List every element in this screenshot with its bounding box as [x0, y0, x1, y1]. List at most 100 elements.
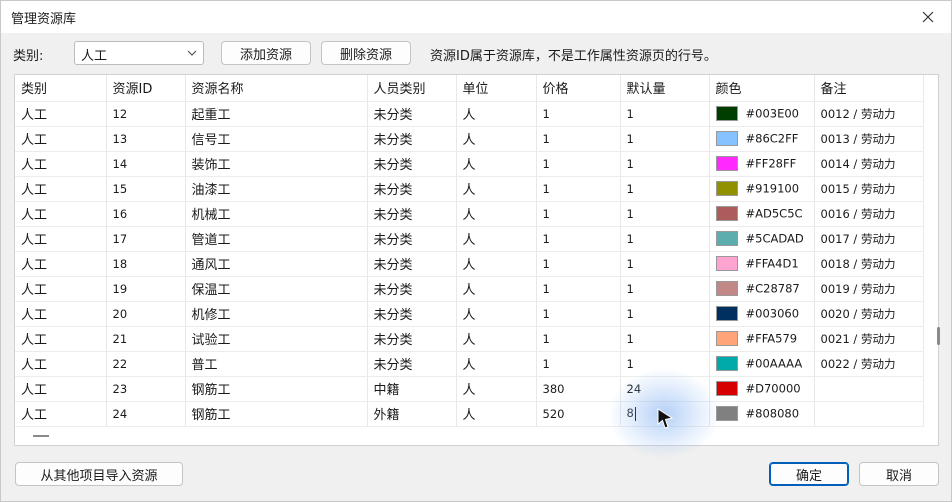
cell-note[interactable]: 0017 / 劳动力	[814, 226, 924, 252]
cell-price[interactable]: 1	[536, 326, 621, 352]
color-swatch[interactable]	[715, 406, 738, 421]
cell-default-quantity[interactable]: 1	[620, 251, 710, 277]
cell-unit[interactable]: 人	[456, 151, 537, 177]
color-swatch[interactable]	[715, 331, 738, 346]
cell-color[interactable]: #FFA4D1	[709, 251, 815, 277]
cell-resource-name[interactable]: 保温工	[185, 276, 368, 302]
cell-resource-id[interactable]: 16	[106, 201, 186, 227]
column-header-note[interactable]: 备注	[814, 75, 924, 102]
cell-personnel-type[interactable]: 未分类	[367, 326, 457, 352]
cell-price[interactable]: 520	[536, 401, 621, 427]
cell-color[interactable]: #D70000	[709, 376, 815, 402]
column-header-default-quantity[interactable]: 默认量	[620, 75, 710, 102]
color-swatch[interactable]	[715, 181, 738, 196]
cell-unit[interactable]: 人	[456, 326, 537, 352]
ok-button[interactable]: 确定	[769, 462, 849, 486]
cell-note[interactable]: 0015 / 劳动力	[814, 176, 924, 202]
color-swatch[interactable]	[715, 206, 738, 221]
cell-category[interactable]: 人工	[15, 301, 107, 327]
table-row[interactable]: 人工 19 保温工 未分类 人 1 1 #C28787 0019 / 劳动力	[15, 276, 924, 302]
cell-unit[interactable]: 人	[456, 376, 537, 402]
cell-price[interactable]: 1	[536, 351, 621, 377]
cell-category[interactable]: 人工	[15, 326, 107, 352]
cell-resource-name[interactable]: 试验工	[185, 326, 368, 352]
cell-default-quantity[interactable]: 1	[620, 126, 710, 152]
cell-note[interactable]: 0021 / 劳动力	[814, 326, 924, 352]
cell-color[interactable]: #FF28FF	[709, 151, 815, 177]
cell-note[interactable]: 0018 / 劳动力	[814, 251, 924, 277]
cell-resource-name[interactable]: 起重工	[185, 101, 368, 127]
cell-default-quantity[interactable]: 1	[620, 301, 710, 327]
cell-personnel-type[interactable]: 中籍	[367, 376, 457, 402]
cell-category[interactable]: 人工	[15, 276, 107, 302]
cell-color[interactable]: #AD5C5C	[709, 201, 815, 227]
cell-price[interactable]: 1	[536, 101, 621, 127]
cell-resource-name[interactable]: 信号工	[185, 126, 368, 152]
table-row[interactable]: 人工 12 起重工 未分类 人 1 1 #003E00 0012 / 劳动力	[15, 101, 924, 127]
cell-unit[interactable]: 人	[456, 176, 537, 202]
cell-note[interactable]	[814, 376, 924, 402]
cell-resource-name[interactable]: 装饰工	[185, 151, 368, 177]
cell-resource-id[interactable]: 12	[106, 101, 186, 127]
cell-resource-id[interactable]: 14	[106, 151, 186, 177]
table-row[interactable]: 人工 23 钢筋工 中籍 人 380 24 #D70000	[15, 376, 924, 402]
table-row[interactable]: 人工 13 信号工 未分类 人 1 1 #86C2FF 0013 / 劳动力	[15, 126, 924, 152]
cell-personnel-type[interactable]: 未分类	[367, 301, 457, 327]
cell-resource-name[interactable]: 机械工	[185, 201, 368, 227]
cell-color[interactable]: #00AAAA	[709, 351, 815, 377]
cell-unit[interactable]: 人	[456, 126, 537, 152]
cell-category[interactable]: 人工	[15, 201, 107, 227]
category-select[interactable]: 人工	[74, 41, 204, 65]
color-swatch[interactable]	[715, 381, 738, 396]
cell-personnel-type[interactable]: 外籍	[367, 401, 457, 427]
cell-personnel-type[interactable]: 未分类	[367, 176, 457, 202]
cell-unit[interactable]: 人	[456, 201, 537, 227]
cell-note[interactable]: 0019 / 劳动力	[814, 276, 924, 302]
add-resource-button[interactable]: 添加资源	[221, 41, 311, 65]
column-header-unit[interactable]: 单位	[456, 75, 537, 102]
cell-default-quantity[interactable]: 1	[620, 101, 710, 127]
cell-price[interactable]: 1	[536, 126, 621, 152]
cell-unit[interactable]: 人	[456, 276, 537, 302]
cell-default-quantity[interactable]: 1	[620, 176, 710, 202]
cell-price[interactable]: 1	[536, 176, 621, 202]
table-row[interactable]: 人工 24 钢筋工 外籍 人 520 8 #808080	[15, 401, 924, 427]
cell-category[interactable]: 人工	[15, 101, 107, 127]
cell-personnel-type[interactable]: 未分类	[367, 351, 457, 377]
cell-default-quantity[interactable]: 1	[620, 351, 710, 377]
cell-price[interactable]: 1	[536, 301, 621, 327]
resource-table[interactable]: 类别 资源ID 资源名称 人员类别 单位 价格 默认量 颜色 备注 人工 12 起重…	[14, 74, 939, 446]
close-button[interactable]	[905, 1, 951, 33]
cell-resource-name[interactable]: 普工	[185, 351, 368, 377]
cell-resource-id[interactable]: 13	[106, 126, 186, 152]
column-header-price[interactable]: 价格	[536, 75, 621, 102]
cell-price[interactable]: 1	[536, 151, 621, 177]
color-swatch[interactable]	[715, 156, 738, 171]
table-row[interactable]: 人工 22 普工 未分类 人 1 1 #00AAAA 0022 / 劳动力	[15, 351, 924, 377]
color-swatch[interactable]	[715, 131, 738, 146]
cell-note[interactable]: 0020 / 劳动力	[814, 301, 924, 327]
cell-unit[interactable]: 人	[456, 101, 537, 127]
cell-color[interactable]: #003060	[709, 301, 815, 327]
cell-note[interactable]: 0022 / 劳动力	[814, 351, 924, 377]
cell-color[interactable]: #C28787	[709, 276, 815, 302]
color-swatch[interactable]	[715, 356, 738, 371]
cancel-button[interactable]: 取消	[859, 462, 939, 486]
cell-personnel-type[interactable]: 未分类	[367, 251, 457, 277]
cell-color[interactable]: #86C2FF	[709, 126, 815, 152]
cell-unit[interactable]: 人	[456, 351, 537, 377]
cell-personnel-type[interactable]: 未分类	[367, 201, 457, 227]
cell-note[interactable]: 0013 / 劳动力	[814, 126, 924, 152]
cell-category[interactable]: 人工	[15, 226, 107, 252]
cell-resource-id[interactable]: 22	[106, 351, 186, 377]
color-swatch[interactable]	[715, 106, 738, 121]
cell-default-quantity[interactable]: 1	[620, 276, 710, 302]
table-row[interactable]: 人工 17 管道工 未分类 人 1 1 #5CADAD 0017 / 劳动力	[15, 226, 924, 252]
cell-default-quantity[interactable]: 1	[620, 151, 710, 177]
cell-price[interactable]: 1	[536, 201, 621, 227]
cell-color[interactable]: #003E00	[709, 101, 815, 127]
cell-price[interactable]: 1	[536, 276, 621, 302]
cell-color[interactable]: #5CADAD	[709, 226, 815, 252]
cell-personnel-type[interactable]: 未分类	[367, 151, 457, 177]
cell-category[interactable]: 人工	[15, 351, 107, 377]
